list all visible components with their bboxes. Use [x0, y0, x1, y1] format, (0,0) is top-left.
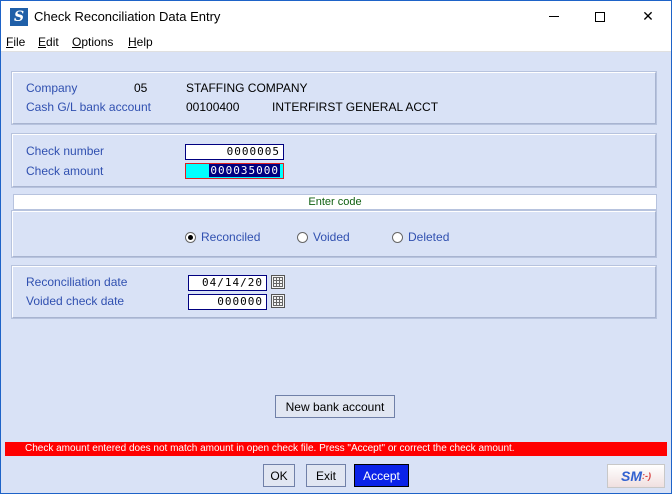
sm-logo[interactable]: SM:-): [607, 464, 665, 488]
reconciliation-date-label: Reconciliation date: [26, 275, 128, 289]
bank-account-name: INTERFIRST GENERAL ACCT: [272, 100, 439, 114]
radio-deleted-dot: [392, 231, 403, 243]
radio-deleted[interactable]: Deleted: [392, 230, 449, 244]
radio-reconciled-label: Reconciled: [201, 230, 261, 244]
dates-panel: Reconciliation date 04/14/20 Voided chec…: [11, 265, 657, 319]
company-label: Company: [26, 81, 78, 95]
close-button[interactable]: ✕: [625, 1, 671, 32]
sm-logo-suffix: :-): [642, 471, 651, 481]
check-amount-label: Check amount: [26, 164, 104, 178]
menu-edit[interactable]: Edit: [38, 35, 59, 49]
app-window: S Check Reconciliation Data Entry ✕ File…: [0, 0, 672, 494]
radio-voided[interactable]: Voided: [297, 230, 350, 244]
radio-voided-label: Voided: [313, 230, 350, 244]
maximize-icon: [595, 11, 605, 22]
maximize-button[interactable]: [577, 1, 623, 32]
company-panel: Company 05 STAFFING COMPANY Cash G/L ban…: [11, 71, 657, 125]
menu-bar: File Edit Options Help: [1, 32, 671, 52]
window-title: Check Reconciliation Data Entry: [34, 9, 221, 24]
company-name: STAFFING COMPANY: [186, 81, 308, 95]
menu-file[interactable]: File: [6, 35, 25, 49]
sm-logo-text: SM: [621, 468, 642, 484]
radio-reconciled[interactable]: Reconciled: [185, 230, 260, 244]
company-code: 05: [134, 81, 148, 95]
check-amount-input[interactable]: 000035000: [185, 163, 284, 179]
menu-help[interactable]: Help: [128, 35, 153, 49]
bank-account-label: Cash G/L bank account: [26, 100, 151, 114]
close-icon: ✕: [642, 8, 654, 24]
error-message: Check amount entered does not match amou…: [5, 442, 667, 456]
title-bar: S Check Reconciliation Data Entry ✕: [1, 1, 671, 32]
voided-date-label: Voided check date: [26, 294, 125, 308]
minimize-icon: [549, 16, 559, 17]
voided-date-input[interactable]: 000000: [188, 294, 267, 310]
app-icon[interactable]: S: [10, 8, 28, 26]
enter-code-header: Enter code: [13, 194, 657, 210]
minimize-button[interactable]: [531, 1, 577, 32]
check-number-label: Check number: [26, 144, 105, 158]
reconciliation-date-input[interactable]: 04/14/20: [188, 275, 267, 291]
calendar-icon[interactable]: [271, 294, 285, 308]
check-number-input[interactable]: 0000005: [185, 144, 284, 160]
check-panel: Check number 0000005 Check amount 000035…: [11, 133, 657, 188]
accept-button[interactable]: Accept: [354, 464, 409, 487]
bank-account-number: 00100400: [186, 100, 240, 114]
radio-deleted-label: Deleted: [408, 230, 450, 244]
ok-button[interactable]: OK: [263, 464, 295, 487]
calendar-icon[interactable]: [271, 275, 285, 289]
menu-options[interactable]: Options: [72, 35, 113, 49]
radio-reconciled-dot: [185, 231, 196, 243]
check-amount-value: 000035000: [209, 164, 280, 177]
exit-button[interactable]: Exit: [306, 464, 346, 487]
code-panel: Reconciled Voided Deleted: [11, 210, 657, 258]
new-bank-account-button[interactable]: New bank account: [275, 395, 395, 418]
radio-voided-dot: [297, 231, 308, 243]
